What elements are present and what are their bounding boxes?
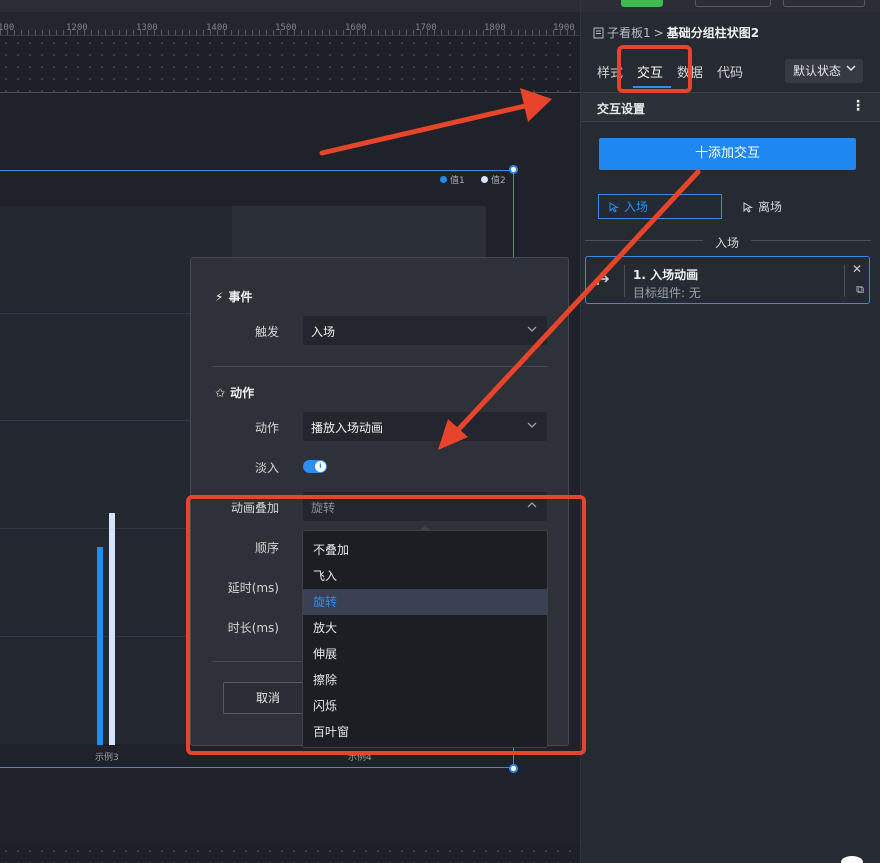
annotation-arrow [455,169,701,433]
arrow-head-icon [520,88,552,122]
annotation-arrows [319,88,701,450]
annotation-arrow [319,103,528,156]
